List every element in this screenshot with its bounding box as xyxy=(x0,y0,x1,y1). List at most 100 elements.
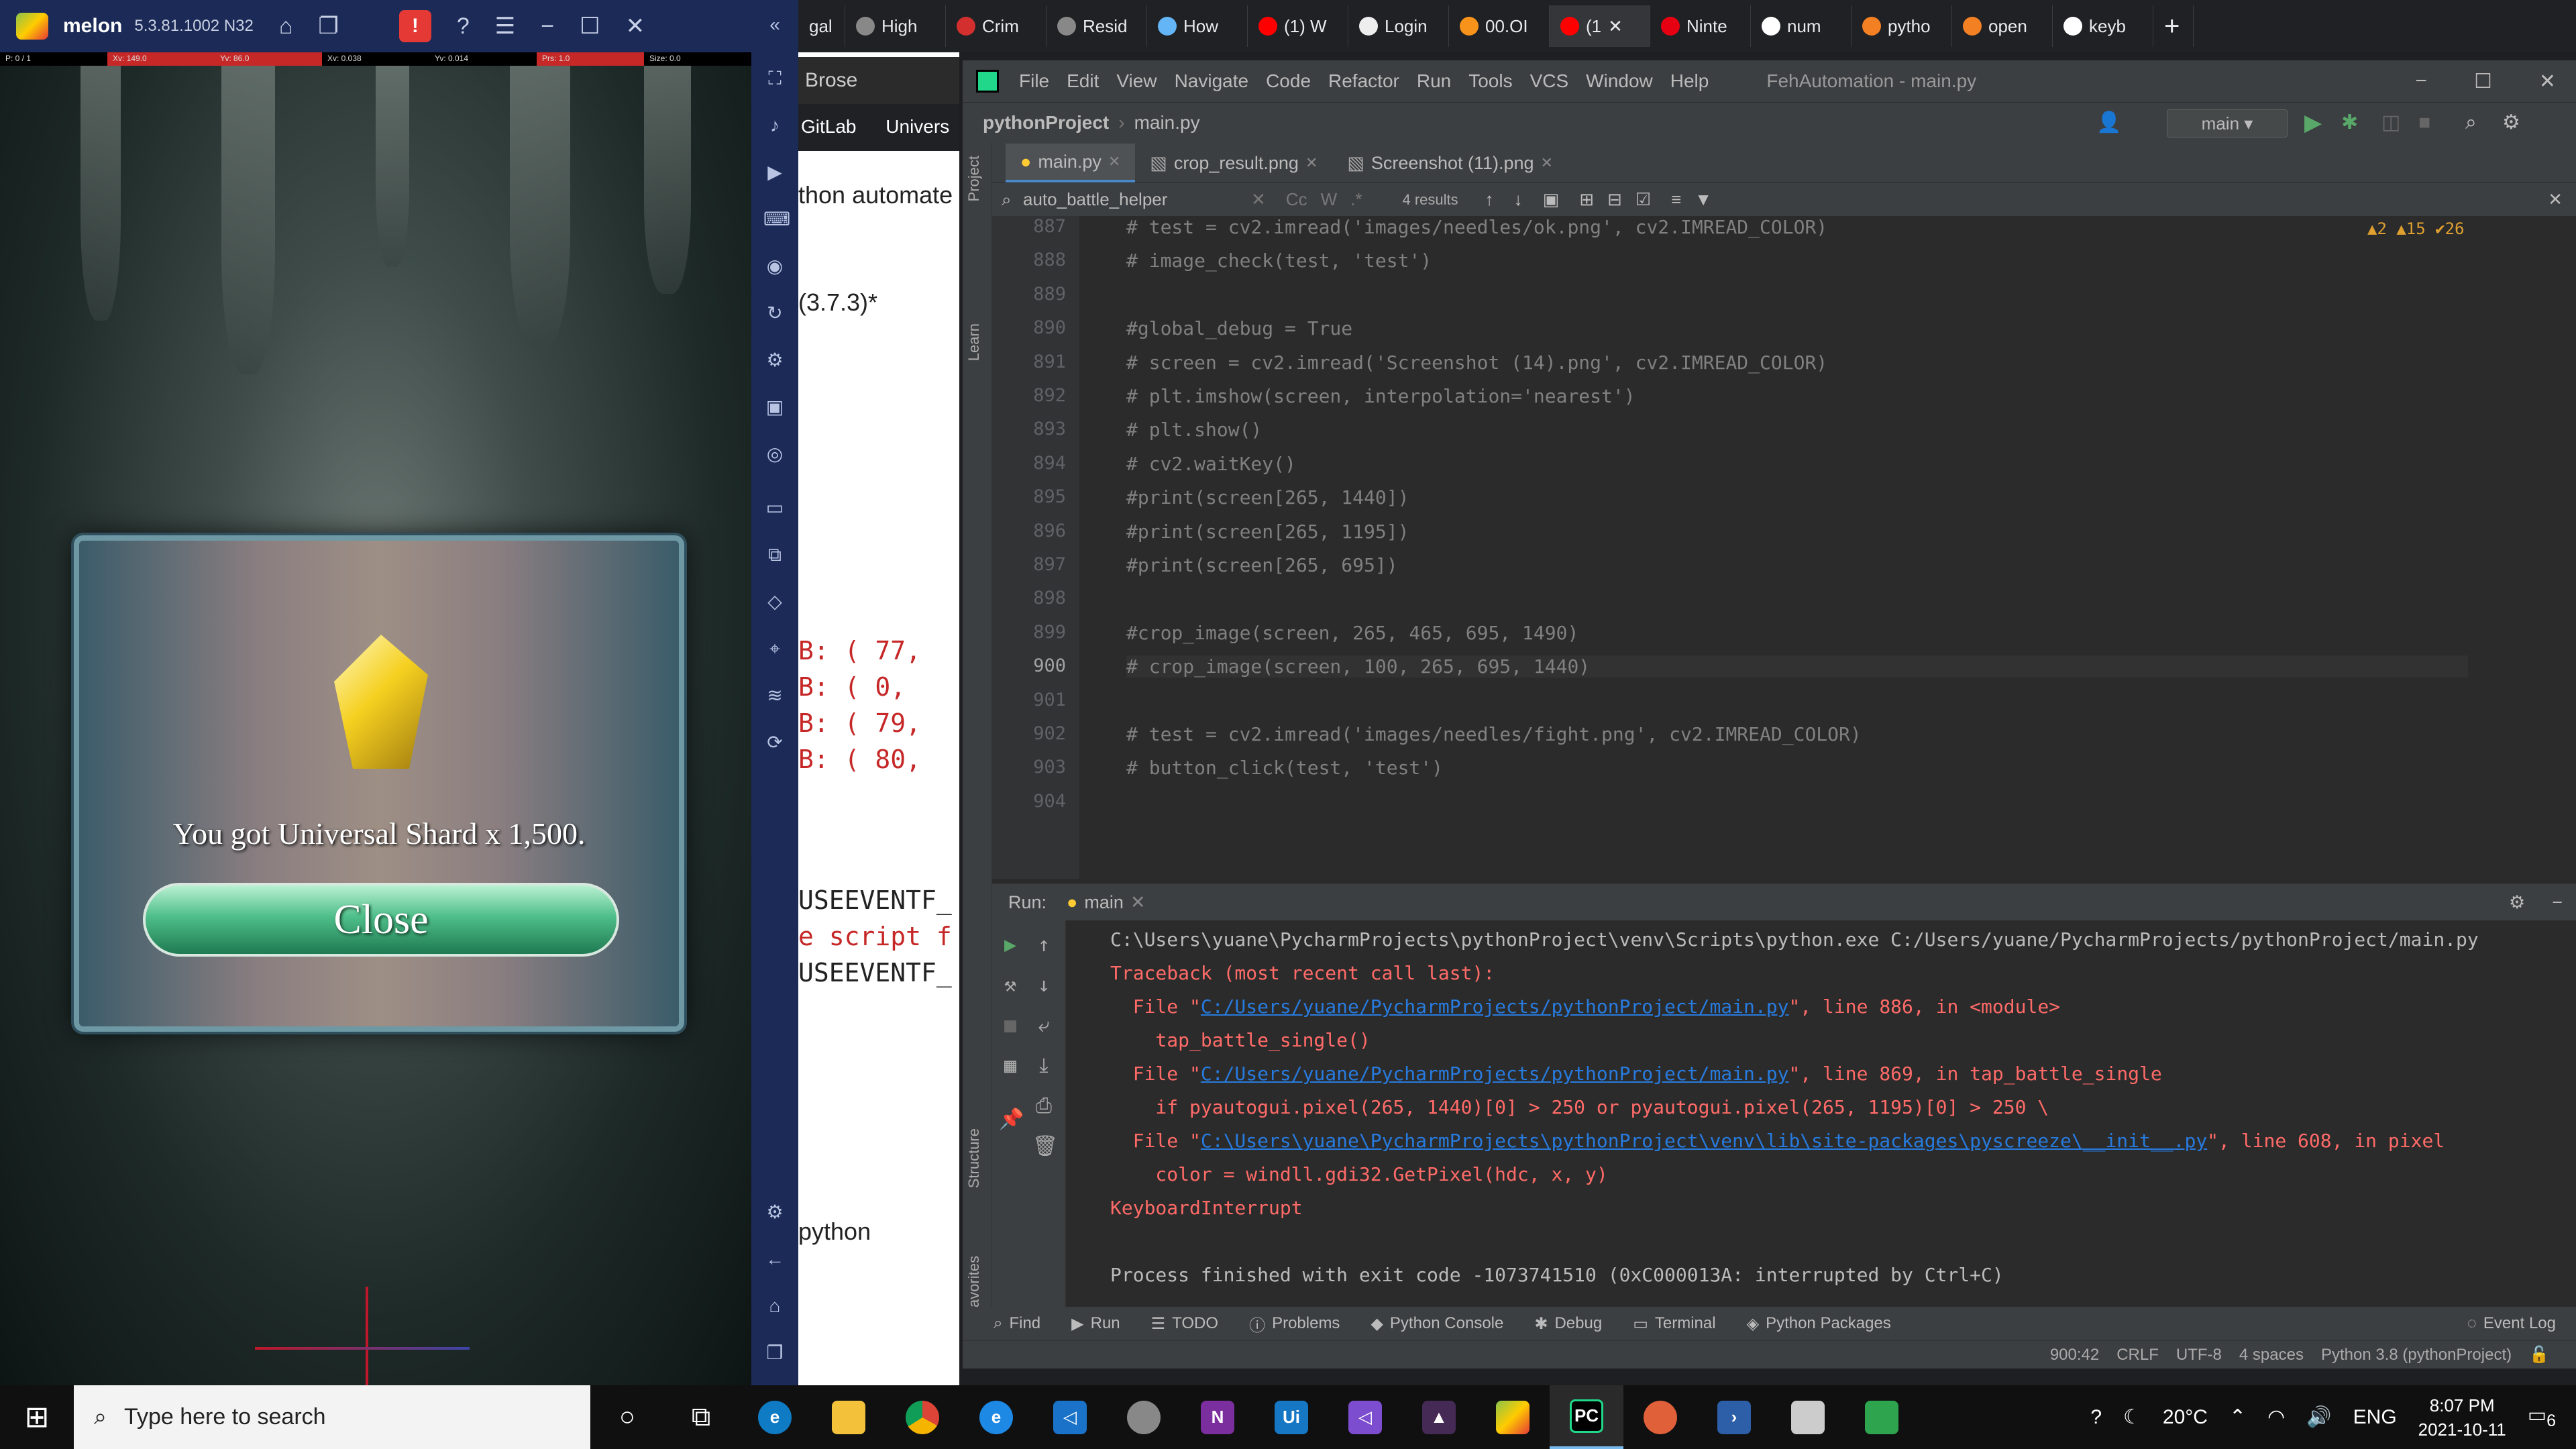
browser-tab[interactable]: 00.OI xyxy=(1449,5,1550,47)
close-icon[interactable]: ✕ xyxy=(2539,70,2556,93)
minimize-icon[interactable]: − xyxy=(2415,70,2427,93)
maximize-icon[interactable]: ☐ xyxy=(580,13,600,40)
scroll-down-icon[interactable]: ↓ xyxy=(1032,974,1055,997)
settings-icon[interactable]: ⚙ xyxy=(763,1201,786,1224)
menu-file[interactable]: File xyxy=(1019,70,1049,92)
notification-center[interactable]: ▭6 xyxy=(2528,1403,2556,1431)
browser-tab[interactable]: (1) W xyxy=(1248,5,1348,47)
alert-icon[interactable]: ! xyxy=(398,10,431,42)
structure-tool-tab[interactable]: Structure xyxy=(965,1128,983,1188)
menu-run[interactable]: Run xyxy=(1417,70,1451,92)
visual-studio-icon[interactable]: ◁ xyxy=(1328,1385,1402,1449)
menu-view[interactable]: View xyxy=(1116,70,1157,92)
multi-instance-icon[interactable]: ❐ xyxy=(318,13,338,40)
close-tab-icon[interactable]: ✕ xyxy=(1305,154,1318,172)
app-icon[interactable]: ▲ xyxy=(1402,1385,1476,1449)
volume-icon[interactable]: 🔊 xyxy=(2306,1405,2331,1429)
game-screen[interactable]: You got Universal Shard x 1,500. Close xyxy=(0,66,751,1385)
browser-tab[interactable]: open xyxy=(1952,5,2053,47)
coverage-icon[interactable]: ◫ xyxy=(2381,111,2400,134)
find-input[interactable]: auto_battle_helper xyxy=(1023,189,1251,210)
stop-icon[interactable]: ■ xyxy=(2418,111,2430,134)
wrench-icon[interactable]: ⚒ xyxy=(999,974,1022,997)
close-button[interactable]: Close xyxy=(143,883,619,957)
powershell-icon[interactable]: › xyxy=(1697,1385,1771,1449)
browser-tab[interactable]: gal xyxy=(798,5,845,47)
volume-icon[interactable]: ♪ xyxy=(763,114,786,137)
record-icon[interactable]: ◉ xyxy=(763,255,786,278)
new-tab-button[interactable]: + xyxy=(2153,5,2194,47)
bookmark-link[interactable]: Univers xyxy=(885,116,949,137)
task-view-icon[interactable]: ⧉ xyxy=(664,1385,738,1449)
indent-setting[interactable]: 4 spaces xyxy=(2239,1346,2304,1364)
tab-main-py[interactable]: ● main.py ✕ xyxy=(1006,144,1136,182)
match-case-icon[interactable]: Cc xyxy=(1286,189,1307,210)
uipath-icon[interactable]: Ui xyxy=(1254,1385,1328,1449)
help-icon[interactable]: ? xyxy=(457,13,470,40)
rotate-icon[interactable]: ↻ xyxy=(763,302,786,325)
inspection-widget[interactable]: ▲2 ▲15 ✔26 xyxy=(2367,219,2465,238)
python-interpreter[interactable]: Python 3.8 (pythonProject) xyxy=(2321,1346,2512,1364)
hide-icon[interactable]: − xyxy=(2552,892,2563,913)
internet-explorer-icon[interactable]: e xyxy=(959,1385,1033,1449)
browser-tab[interactable]: num xyxy=(1751,5,1851,47)
browser-tab[interactable]: Resid xyxy=(1046,5,1147,47)
learn-tool-tab[interactable]: Learn xyxy=(965,323,983,361)
cortana-icon[interactable]: ○ xyxy=(590,1385,664,1449)
app-icon[interactable] xyxy=(1623,1385,1697,1449)
pycharm-icon[interactable]: PC xyxy=(1550,1385,1623,1449)
menu-vcs[interactable]: VCS xyxy=(1530,70,1569,92)
fullscreen-icon[interactable]: ⛶ xyxy=(763,67,786,90)
maximize-icon[interactable]: ☐ xyxy=(2474,70,2492,93)
regex-icon[interactable]: .* xyxy=(1350,189,1362,210)
add-occurrence-icon[interactable]: ⊞ xyxy=(1579,189,1594,210)
close-find-icon[interactable]: ✕ xyxy=(2548,189,2563,210)
browser-tab[interactable]: High xyxy=(845,5,946,47)
menu-edit[interactable]: Edit xyxy=(1067,70,1099,92)
tool-todo[interactable]: ☰ TODO xyxy=(1151,1314,1218,1334)
browser-tab[interactable]: Ninte xyxy=(1650,5,1751,47)
select-all-occurrences-icon[interactable]: ☑ xyxy=(1635,189,1651,210)
app-icon[interactable] xyxy=(1107,1385,1181,1449)
close-tab-icon[interactable]: ✕ xyxy=(1108,153,1120,170)
screenshot-icon[interactable]: ◎ xyxy=(763,443,786,466)
menu-icon[interactable]: ☰ xyxy=(495,13,515,40)
tool-python-packages[interactable]: ◈ Python Packages xyxy=(1747,1314,1891,1334)
file-encoding[interactable]: UTF-8 xyxy=(2176,1346,2222,1364)
menu-tools[interactable]: Tools xyxy=(1468,70,1512,92)
network-icon[interactable]: ◠ xyxy=(2267,1405,2285,1429)
run-icon[interactable]: ▶ xyxy=(2304,109,2322,136)
weather-temp[interactable]: 20°C xyxy=(2163,1406,2208,1429)
minimize-icon[interactable]: − xyxy=(541,13,554,40)
edge-icon[interactable]: e xyxy=(738,1385,812,1449)
tool-debug[interactable]: ✱ Debug xyxy=(1534,1314,1602,1334)
browser-tab[interactable]: How xyxy=(1147,5,1248,47)
tab-crop-result[interactable]: ▧ crop_result.png ✕ xyxy=(1135,144,1332,182)
next-occurrence-icon[interactable]: ↓ xyxy=(1514,189,1523,210)
browser-tab[interactable]: (1 ✕ xyxy=(1550,5,1650,47)
breadcrumb-file[interactable]: main.py xyxy=(1134,112,1200,133)
menu-navigate[interactable]: Navigate xyxy=(1175,70,1249,92)
layers-icon[interactable]: ≋ xyxy=(763,684,786,707)
file-explorer-icon[interactable] xyxy=(812,1385,885,1449)
weather-icon[interactable]: ☾ xyxy=(2123,1405,2141,1429)
lock-icon[interactable]: 🔓 xyxy=(2529,1345,2549,1364)
run-tab-main[interactable]: main xyxy=(1084,892,1124,913)
project-tool-tab[interactable]: Project xyxy=(965,156,983,201)
sync-icon[interactable]: ⟳ xyxy=(763,731,786,754)
media-icon[interactable]: ▶ xyxy=(763,161,786,184)
search-icon[interactable]: ⌕ xyxy=(2465,111,2477,134)
menu-code[interactable]: Code xyxy=(1266,70,1311,92)
close-tab-icon[interactable]: ✕ xyxy=(1130,892,1146,913)
tool-run[interactable]: ▶ Run xyxy=(1071,1314,1120,1334)
vscode-icon[interactable]: ◁ xyxy=(1033,1385,1107,1449)
stop-icon[interactable]: ■ xyxy=(999,1014,1022,1037)
language-indicator[interactable]: ENG xyxy=(2353,1406,2397,1429)
previous-occurrence-icon[interactable]: ↑ xyxy=(1485,189,1494,210)
scroll-to-end-icon[interactable]: ⤓ xyxy=(1032,1055,1055,1077)
browser-tab[interactable]: keyb xyxy=(2053,5,2153,47)
console-file-link[interactable]: C:/Users/yuane/PycharmProjects/pythonPro… xyxy=(1201,996,1789,1018)
macro-icon[interactable]: ⚙ xyxy=(763,349,786,372)
app-icon[interactable] xyxy=(1845,1385,1919,1449)
multi-window-icon[interactable]: ⧉ xyxy=(763,543,786,566)
